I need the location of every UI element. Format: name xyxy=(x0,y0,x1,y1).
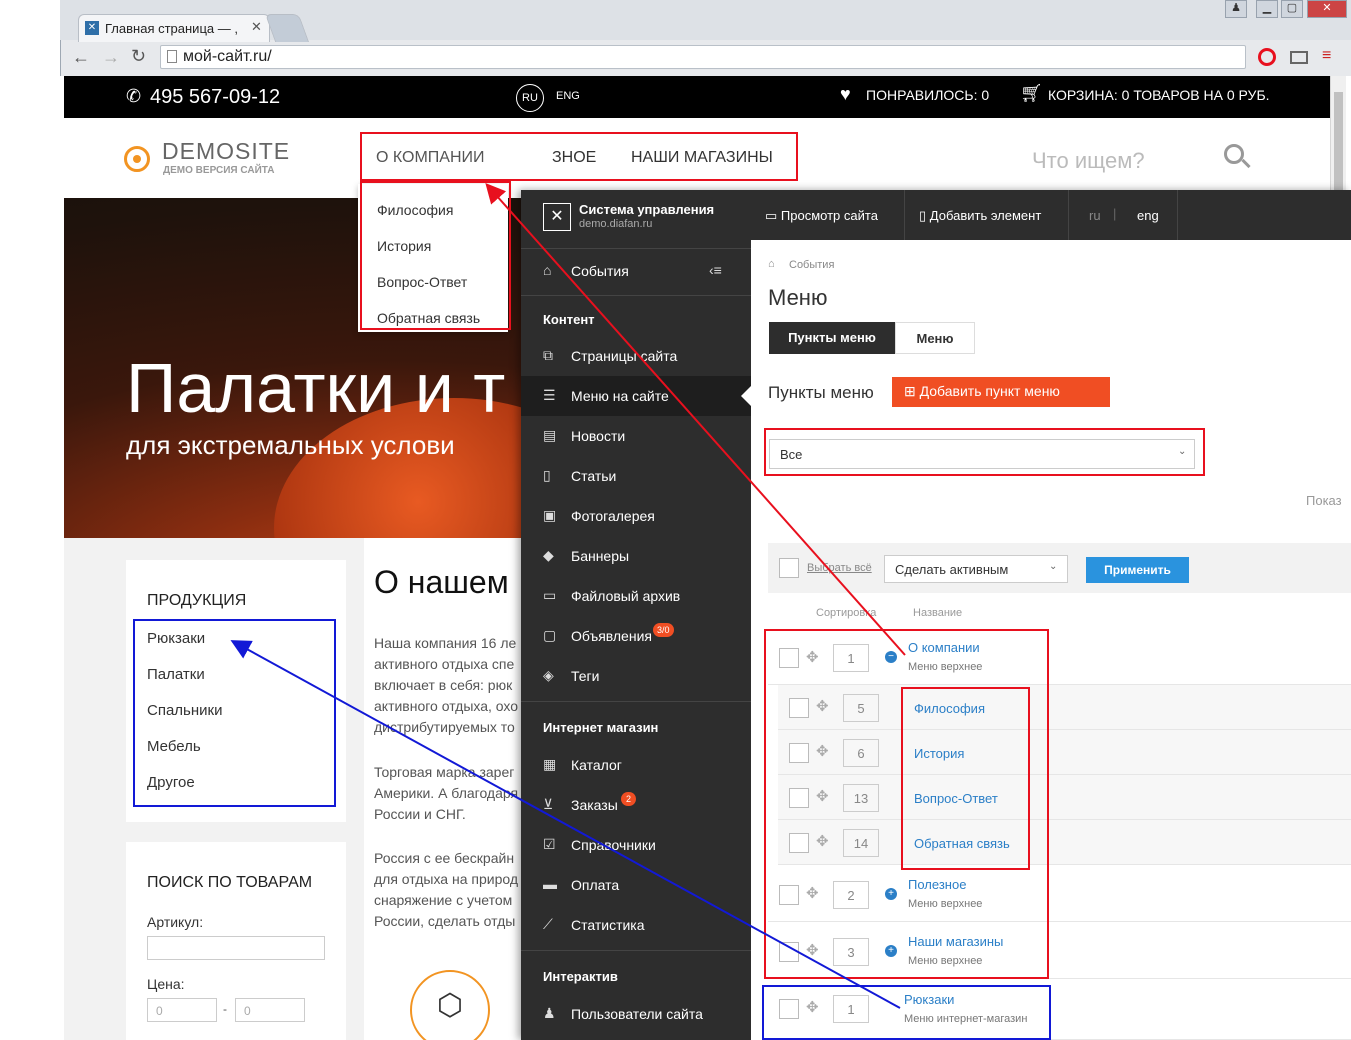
blue-arrow xyxy=(230,640,901,1009)
screenshot-stage: ✕ Главная страница — , ✕ ♟ ▁ ▢ ✕ ← → ↻ м… xyxy=(0,0,1351,1040)
annotation-arrows xyxy=(230,183,906,1009)
red-arrow xyxy=(485,183,906,656)
